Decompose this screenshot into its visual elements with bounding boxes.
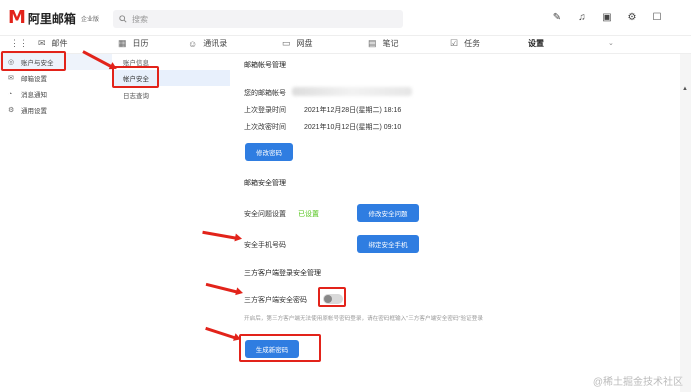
nav-contacts[interactable]: ☺ 通讯录 bbox=[188, 38, 227, 49]
subnav-log-query[interactable]: 日志查询 bbox=[112, 87, 230, 103]
last-change-value: 2021年10月12日(星期二) 09:10 bbox=[304, 124, 402, 131]
scrollbar[interactable]: ▲ bbox=[680, 54, 691, 392]
nav-label: 任务 bbox=[464, 39, 481, 48]
edition-badge: 企业版 bbox=[80, 16, 99, 23]
bell-icon: ◔ bbox=[8, 90, 13, 98]
annotation-box-toggle bbox=[318, 287, 346, 307]
nav-settings[interactable]: 设置 bbox=[528, 38, 544, 49]
search-box[interactable]: 搜索 bbox=[113, 10, 403, 28]
folder-icon: ▭ bbox=[282, 38, 291, 48]
nav-label: 邮件 bbox=[51, 39, 68, 48]
nav-label: 通讯录 bbox=[203, 39, 228, 48]
third-party-hint: 开启后，第三方客户端无法使用原帐号密码登录，请在密码框输入"三方客户端安全密码"… bbox=[244, 316, 483, 322]
nav-mail[interactable]: ✉ 邮件 bbox=[38, 38, 68, 49]
change-password-button[interactable]: 修改密码 bbox=[245, 143, 293, 161]
mail-icon: ✉ bbox=[38, 38, 46, 48]
nav-notes[interactable]: ▤ 笔记 bbox=[368, 38, 399, 49]
nav-label: 网盘 bbox=[296, 39, 313, 48]
sidebar-item-notifications[interactable]: ◔ 消息通知 bbox=[0, 86, 112, 102]
annotation-box-generate bbox=[239, 334, 321, 362]
nav-drive[interactable]: ▭ 网盘 bbox=[282, 38, 313, 49]
bell-icon[interactable]: ♫ bbox=[576, 12, 588, 24]
chevron-down-icon[interactable]: ⌄ bbox=[608, 39, 614, 47]
account-section-title: 邮箱帐号管理 bbox=[244, 62, 286, 69]
last-login-value: 2021年12月28日(星期二) 18:16 bbox=[304, 107, 402, 114]
nav-label: 设置 bbox=[528, 39, 544, 48]
watermark: @稀土掘金技术社区 bbox=[592, 377, 683, 388]
subnav-label: 日志查询 bbox=[123, 93, 149, 100]
task-icon: ☑ bbox=[450, 38, 459, 48]
change-security-question-button[interactable]: 修改安全问题 bbox=[357, 204, 419, 222]
sidebar-item-label: 通用设置 bbox=[21, 108, 47, 115]
third-party-section-title: 三方客户端登录安全管理 bbox=[244, 270, 321, 277]
logo-text: 阿里邮箱 bbox=[27, 11, 76, 26]
logo-mark: M bbox=[8, 7, 26, 28]
calendar-icon[interactable]: ▣ bbox=[601, 12, 613, 24]
logo[interactable]: M 阿里邮箱 企业版 bbox=[8, 9, 99, 27]
nav-label: 日历 bbox=[132, 39, 149, 48]
last-login-label: 上次登录时间 bbox=[244, 107, 286, 114]
your-account-label: 您的邮箱帐号 bbox=[244, 90, 286, 97]
gear-icon[interactable]: ⚙ bbox=[626, 12, 638, 24]
account-redacted bbox=[292, 87, 412, 96]
sidebar-item-general[interactable]: ⚙ 通用设置 bbox=[0, 102, 112, 118]
nav-label: 笔记 bbox=[382, 39, 399, 48]
search-placeholder: 搜索 bbox=[132, 14, 148, 24]
contacts-icon: ☺ bbox=[188, 38, 198, 49]
mail-icon: ✉ bbox=[8, 75, 14, 82]
sidebar-item-label: 邮箱设置 bbox=[21, 76, 47, 83]
last-change-label: 上次改密时间 bbox=[244, 124, 286, 131]
search-icon bbox=[119, 15, 127, 23]
annotation-box-sidebar bbox=[1, 51, 66, 71]
pen-icon[interactable]: ✎ bbox=[551, 12, 563, 24]
settings-sidebar: ◎ 账户与安全 ✉ 邮箱设置 ◔ 消息通知 ⚙ 通用设置 bbox=[0, 54, 112, 392]
scroll-up-icon[interactable]: ▲ bbox=[682, 86, 688, 92]
account-subnav: 账户信息 帐户安全 日志查询 bbox=[112, 54, 230, 392]
sidebar-item-mailbox-settings[interactable]: ✉ 邮箱设置 bbox=[0, 70, 112, 86]
calendar-icon: ▦ bbox=[118, 38, 127, 48]
apps-grid-icon[interactable]: ⋮⋮ bbox=[10, 38, 28, 49]
top-bar: M 阿里邮箱 企业版 搜索 ✎ ♫ ▣ ⚙ ☐ bbox=[0, 0, 691, 36]
annotation-box-subnav bbox=[112, 66, 159, 88]
nav-tasks[interactable]: ☑ 任务 bbox=[450, 38, 480, 49]
security-question-status: 已设置 bbox=[298, 211, 319, 218]
nav-calendar[interactable]: ▦ 日历 bbox=[118, 38, 149, 49]
security-question-label: 安全问题设置 bbox=[244, 211, 286, 218]
module-nav: ⋮⋮ ✉ 邮件 ▦ 日历 ☺ 通讯录 ▭ 网盘 ▤ 笔记 ☑ 任务 设置 ⌄ bbox=[0, 36, 691, 54]
bind-security-phone-button[interactable]: 绑定安全手机 bbox=[357, 235, 419, 253]
sidebar-item-label: 消息通知 bbox=[21, 92, 47, 99]
gear-icon: ⚙ bbox=[8, 107, 15, 114]
message-icon[interactable]: ☐ bbox=[651, 12, 663, 24]
third-party-password-label: 三方客户端安全密码 bbox=[244, 297, 307, 304]
note-icon: ▤ bbox=[368, 38, 377, 48]
security-section-title: 邮箱安全管理 bbox=[244, 180, 286, 187]
security-phone-label: 安全手机号码 bbox=[244, 242, 286, 249]
